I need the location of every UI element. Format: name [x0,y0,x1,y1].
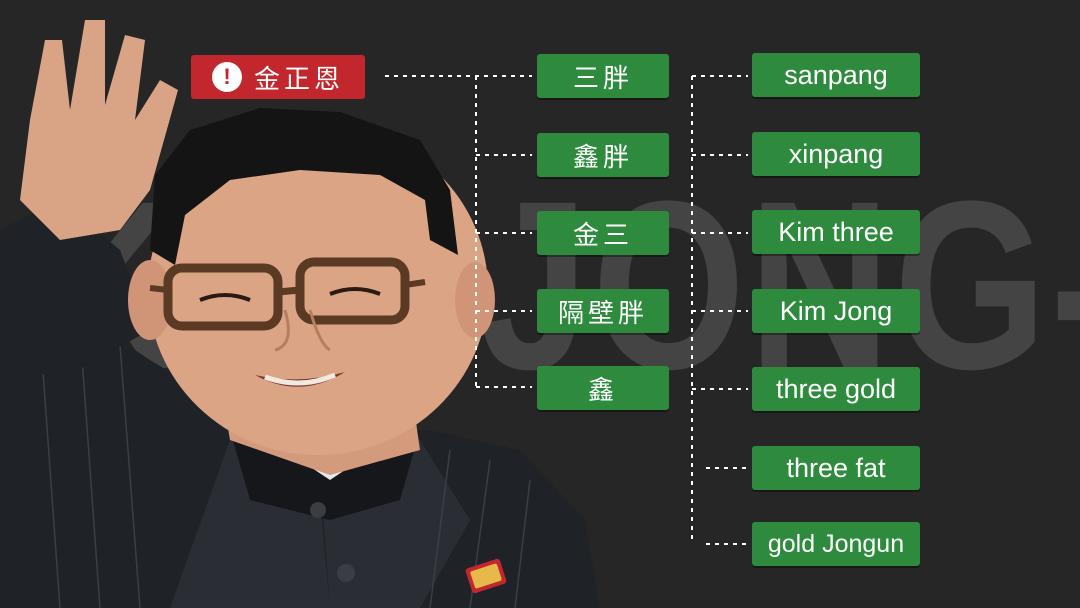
root-name-label: 金正恩 [253,64,344,95]
translation-label: sanpang [784,59,888,90]
nickname-label: 三胖 [572,63,633,94]
translation-label: xinpang [788,138,884,169]
nickname-tag: 鑫胖 [537,133,669,177]
translation-label: gold Jongun [767,529,905,558]
translation-tag: three gold [752,367,920,411]
exclamation-icon: ! [211,62,242,92]
nickname-label: 鑫 [587,375,618,406]
nickname-label: 金三 [572,220,633,251]
translation-tag: sanpang [752,53,920,97]
translation-tag: gold Jongun [752,522,920,566]
translation-label: Kim Jong [779,295,893,326]
translation-tag: Kim Jong [752,289,920,333]
translation-label: Kim three [778,216,894,247]
translation-tag: Kim three [752,210,920,254]
translation-tag: three fat [752,446,920,490]
nickname-tag: 金三 [537,211,669,255]
nickname-tag: 隔壁胖 [537,289,669,333]
nickname-label: 隔壁胖 [557,298,648,329]
nickname-tag: 鑫 [537,366,669,410]
root-name-tag: ! 金正恩 [191,55,365,99]
nickname-label: 鑫胖 [572,142,633,173]
nickname-tag: 三胖 [537,54,669,98]
translation-label: three gold [775,373,897,404]
diagram-canvas: KIM-JONG-UN [0,0,1080,608]
translation-label: three fat [786,452,886,483]
translation-tag: xinpang [752,132,920,176]
